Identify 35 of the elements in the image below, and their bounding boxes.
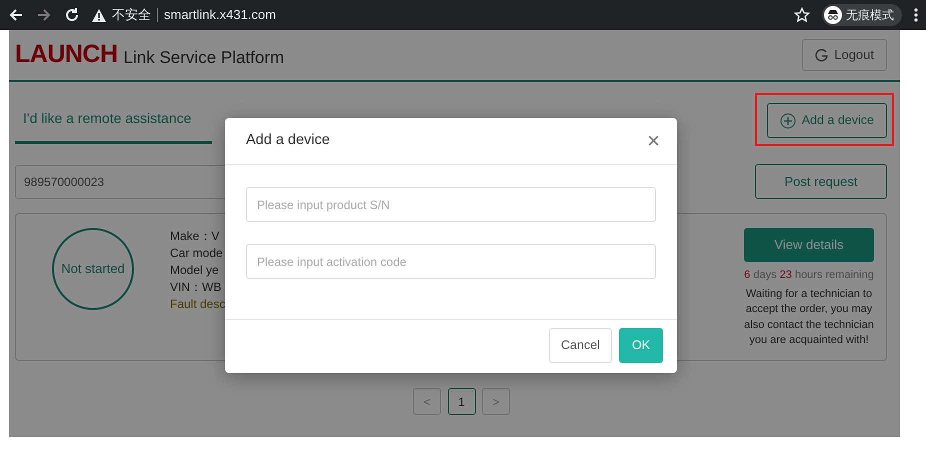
detail-text: Car mode	[170, 245, 224, 262]
detail-text: Fault desc	[170, 296, 226, 313]
star-icon[interactable]	[794, 7, 810, 23]
security-label: 不安全	[112, 6, 151, 24]
plus-circle-icon	[780, 112, 796, 128]
input-field[interactable]: Please input activation code	[246, 244, 656, 279]
page-button[interactable]: 1	[448, 388, 476, 415]
post-request-button[interactable]: Post request	[755, 164, 887, 199]
status-note: Waiting for a technician to accept the order, you may also contact the technician you are acquainted with!	[744, 286, 874, 348]
close-button[interactable]: ×	[647, 130, 660, 152]
ok-button[interactable]: OK	[619, 328, 663, 363]
tab[interactable]: I'd like a remote assistance	[15, 92, 212, 144]
profile-chip[interactable]: 无痕模式	[822, 4, 902, 26]
add-device-button[interactable]: Add a device	[766, 103, 887, 138]
logout-button[interactable]: Logout	[802, 39, 887, 71]
input-field[interactable]: Please input product S/N	[246, 187, 656, 222]
detail-text: VIN：WB	[170, 279, 222, 296]
detail-text: Model ye	[170, 262, 220, 279]
status-circle: Not started	[52, 228, 134, 310]
previous-page-button[interactable]: <	[413, 388, 441, 415]
back-icon[interactable]	[8, 7, 24, 23]
logout-icon	[815, 48, 828, 62]
brand-logo: LAUNCH	[15, 39, 118, 70]
profile-label: 无痕模式	[846, 7, 894, 24]
url-text[interactable]: smartlink.x431.com	[164, 5, 276, 25]
dialog-title: Add a device	[246, 131, 330, 150]
platform-title: Link Service Platform	[124, 46, 284, 69]
view-details-button[interactable]: View details	[744, 228, 874, 262]
next-page-button[interactable]: >	[482, 388, 510, 415]
incognito-icon	[824, 6, 842, 24]
cancel-button[interactable]: Cancel	[549, 328, 612, 363]
time-remaining: 6 days 23 hours remaining	[744, 268, 874, 283]
more-menu-icon[interactable]	[914, 8, 918, 22]
reload-icon[interactable]	[64, 7, 80, 23]
detail-text: Make：V	[170, 228, 220, 245]
